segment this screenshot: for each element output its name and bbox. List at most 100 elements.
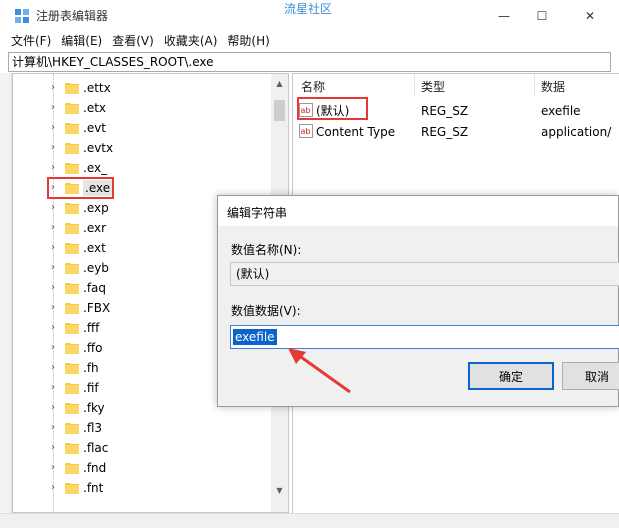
column-separator[interactable] [534, 74, 535, 96]
tree-item-label: .evt [83, 121, 107, 135]
value-data-text[interactable]: exefile [233, 329, 277, 345]
chevron-right-icon[interactable]: › [51, 122, 59, 134]
tree-item-label: .ex_ [83, 161, 108, 175]
folder-icon [65, 403, 79, 414]
tree-item-label: .fl3 [83, 421, 103, 435]
svg-text:ab: ab [301, 127, 311, 136]
value-data: exefile [541, 104, 581, 118]
value-type: REG_SZ [421, 125, 469, 139]
tree-item-label: .etx [83, 101, 107, 115]
tree-item-label: .exr [83, 221, 107, 235]
folder-icon [65, 463, 79, 474]
tree-item[interactable]: › .ex_ [13, 158, 271, 178]
tree-item-label: .ffo [83, 341, 103, 355]
chevron-right-icon[interactable]: › [51, 162, 59, 174]
scroll-thumb[interactable] [274, 100, 285, 121]
tree-item-label: .faq [83, 281, 107, 295]
value-data-label: 数值数据(V): [231, 304, 301, 318]
column-separator[interactable] [414, 74, 415, 96]
tree-item[interactable]: › .fl3 [13, 418, 271, 438]
chevron-right-icon[interactable]: › [51, 302, 59, 314]
regedit-icon [15, 9, 29, 23]
menu-bar: 文件(F) 编辑(E) 查看(V) 收藏夹(A) 帮助(H) [0, 31, 619, 51]
edit-string-dialog: 编辑字符串 数值名称(N): (默认) 数值数据(V): exefile 确定 … [217, 195, 619, 407]
folder-icon [65, 223, 79, 234]
tree-item[interactable]: › .evt [13, 118, 271, 138]
cancel-button[interactable]: 取消 [562, 362, 619, 390]
folder-icon [65, 423, 79, 434]
chevron-right-icon[interactable]: › [51, 382, 59, 394]
tree-item-label: .fh [83, 361, 99, 375]
tree-item-label: .fky [83, 401, 105, 415]
tree-item-label: .ettx [83, 81, 111, 95]
tree-item-label: .evtx [83, 141, 114, 155]
ok-button[interactable]: 确定 [468, 362, 554, 390]
dialog-title-bar: 编辑字符串 [218, 196, 618, 226]
menu-favorites[interactable]: 收藏夹(A) [159, 31, 223, 51]
window-title: 注册表编辑器 [36, 9, 109, 23]
folder-icon [65, 163, 79, 174]
menu-help[interactable]: 帮助(H) [222, 31, 274, 51]
chevron-right-icon[interactable]: › [51, 482, 59, 494]
menu-file[interactable]: 文件(F) [6, 31, 56, 51]
scroll-up-icon[interactable]: ▲ [275, 79, 284, 88]
value-name: Content Type [316, 125, 396, 139]
tree-item[interactable]: › .fnd [13, 458, 271, 478]
chevron-right-icon[interactable]: › [51, 462, 59, 474]
chevron-right-icon[interactable]: › [51, 202, 59, 214]
tree-item-label: .ext [83, 241, 106, 255]
tree-item[interactable]: › .fnt [13, 478, 271, 498]
folder-icon [65, 203, 79, 214]
chevron-right-icon[interactable]: › [51, 322, 59, 334]
tree-item-label: .FBX [83, 301, 111, 315]
scroll-down-icon[interactable]: ▼ [275, 486, 284, 495]
value-data: application/ [541, 125, 612, 139]
tree-item-label: .fnt [83, 481, 104, 495]
chevron-right-icon[interactable]: › [51, 82, 59, 94]
value-type: REG_SZ [421, 104, 469, 118]
value-name-field: (默认) [230, 262, 619, 286]
tree-item-label: .exp [83, 201, 109, 215]
folder-icon [65, 363, 79, 374]
folder-icon [65, 103, 79, 114]
column-type[interactable]: 类型 [421, 78, 445, 95]
chevron-right-icon[interactable]: › [51, 242, 59, 254]
chevron-right-icon[interactable]: › [51, 222, 59, 234]
folder-icon [65, 483, 79, 494]
tree-item[interactable]: › .evtx [13, 138, 271, 158]
chevron-right-icon[interactable]: › [51, 442, 59, 454]
title-bar: 注册表编辑器 流星社区 — ☐ ✕ [0, 0, 619, 31]
dialog-title: 编辑字符串 [227, 206, 288, 220]
folder-icon [65, 443, 79, 454]
highlight-exe [47, 177, 114, 199]
tree-item[interactable]: › .etx [13, 98, 271, 118]
chevron-right-icon[interactable]: › [51, 142, 59, 154]
chevron-right-icon[interactable]: › [51, 262, 59, 274]
chevron-right-icon[interactable]: › [51, 362, 59, 374]
chevron-right-icon[interactable]: › [51, 282, 59, 294]
tree-item-label: .fff [83, 321, 100, 335]
maximize-button[interactable]: ☐ [519, 0, 565, 31]
folder-icon [65, 343, 79, 354]
tree-item[interactable]: › .ettx [13, 78, 271, 98]
folder-icon [65, 383, 79, 394]
address-bar[interactable]: 计算机\HKEY_CLASSES_ROOT\.exe [8, 52, 611, 72]
tree-item[interactable]: › .flac [13, 438, 271, 458]
menu-view[interactable]: 查看(V) [107, 31, 159, 51]
value-row-content-type[interactable]: ab Content Type REG_SZ application/ [299, 122, 619, 142]
menu-edit[interactable]: 编辑(E) [56, 31, 107, 51]
chevron-right-icon[interactable]: › [51, 402, 59, 414]
column-data[interactable]: 数据 [541, 78, 565, 95]
tree-item-label: .fnd [83, 461, 107, 475]
chevron-right-icon[interactable]: › [51, 342, 59, 354]
close-button[interactable]: ✕ [567, 0, 613, 31]
chevron-right-icon[interactable]: › [51, 422, 59, 434]
folder-icon [65, 143, 79, 154]
left-edge [0, 73, 12, 513]
annotation-arrow-icon [288, 348, 351, 394]
folder-icon [65, 243, 79, 254]
string-value-icon: ab [299, 124, 313, 138]
chevron-right-icon[interactable]: › [51, 102, 59, 114]
column-name[interactable]: 名称 [301, 78, 325, 95]
folder-icon [65, 323, 79, 334]
